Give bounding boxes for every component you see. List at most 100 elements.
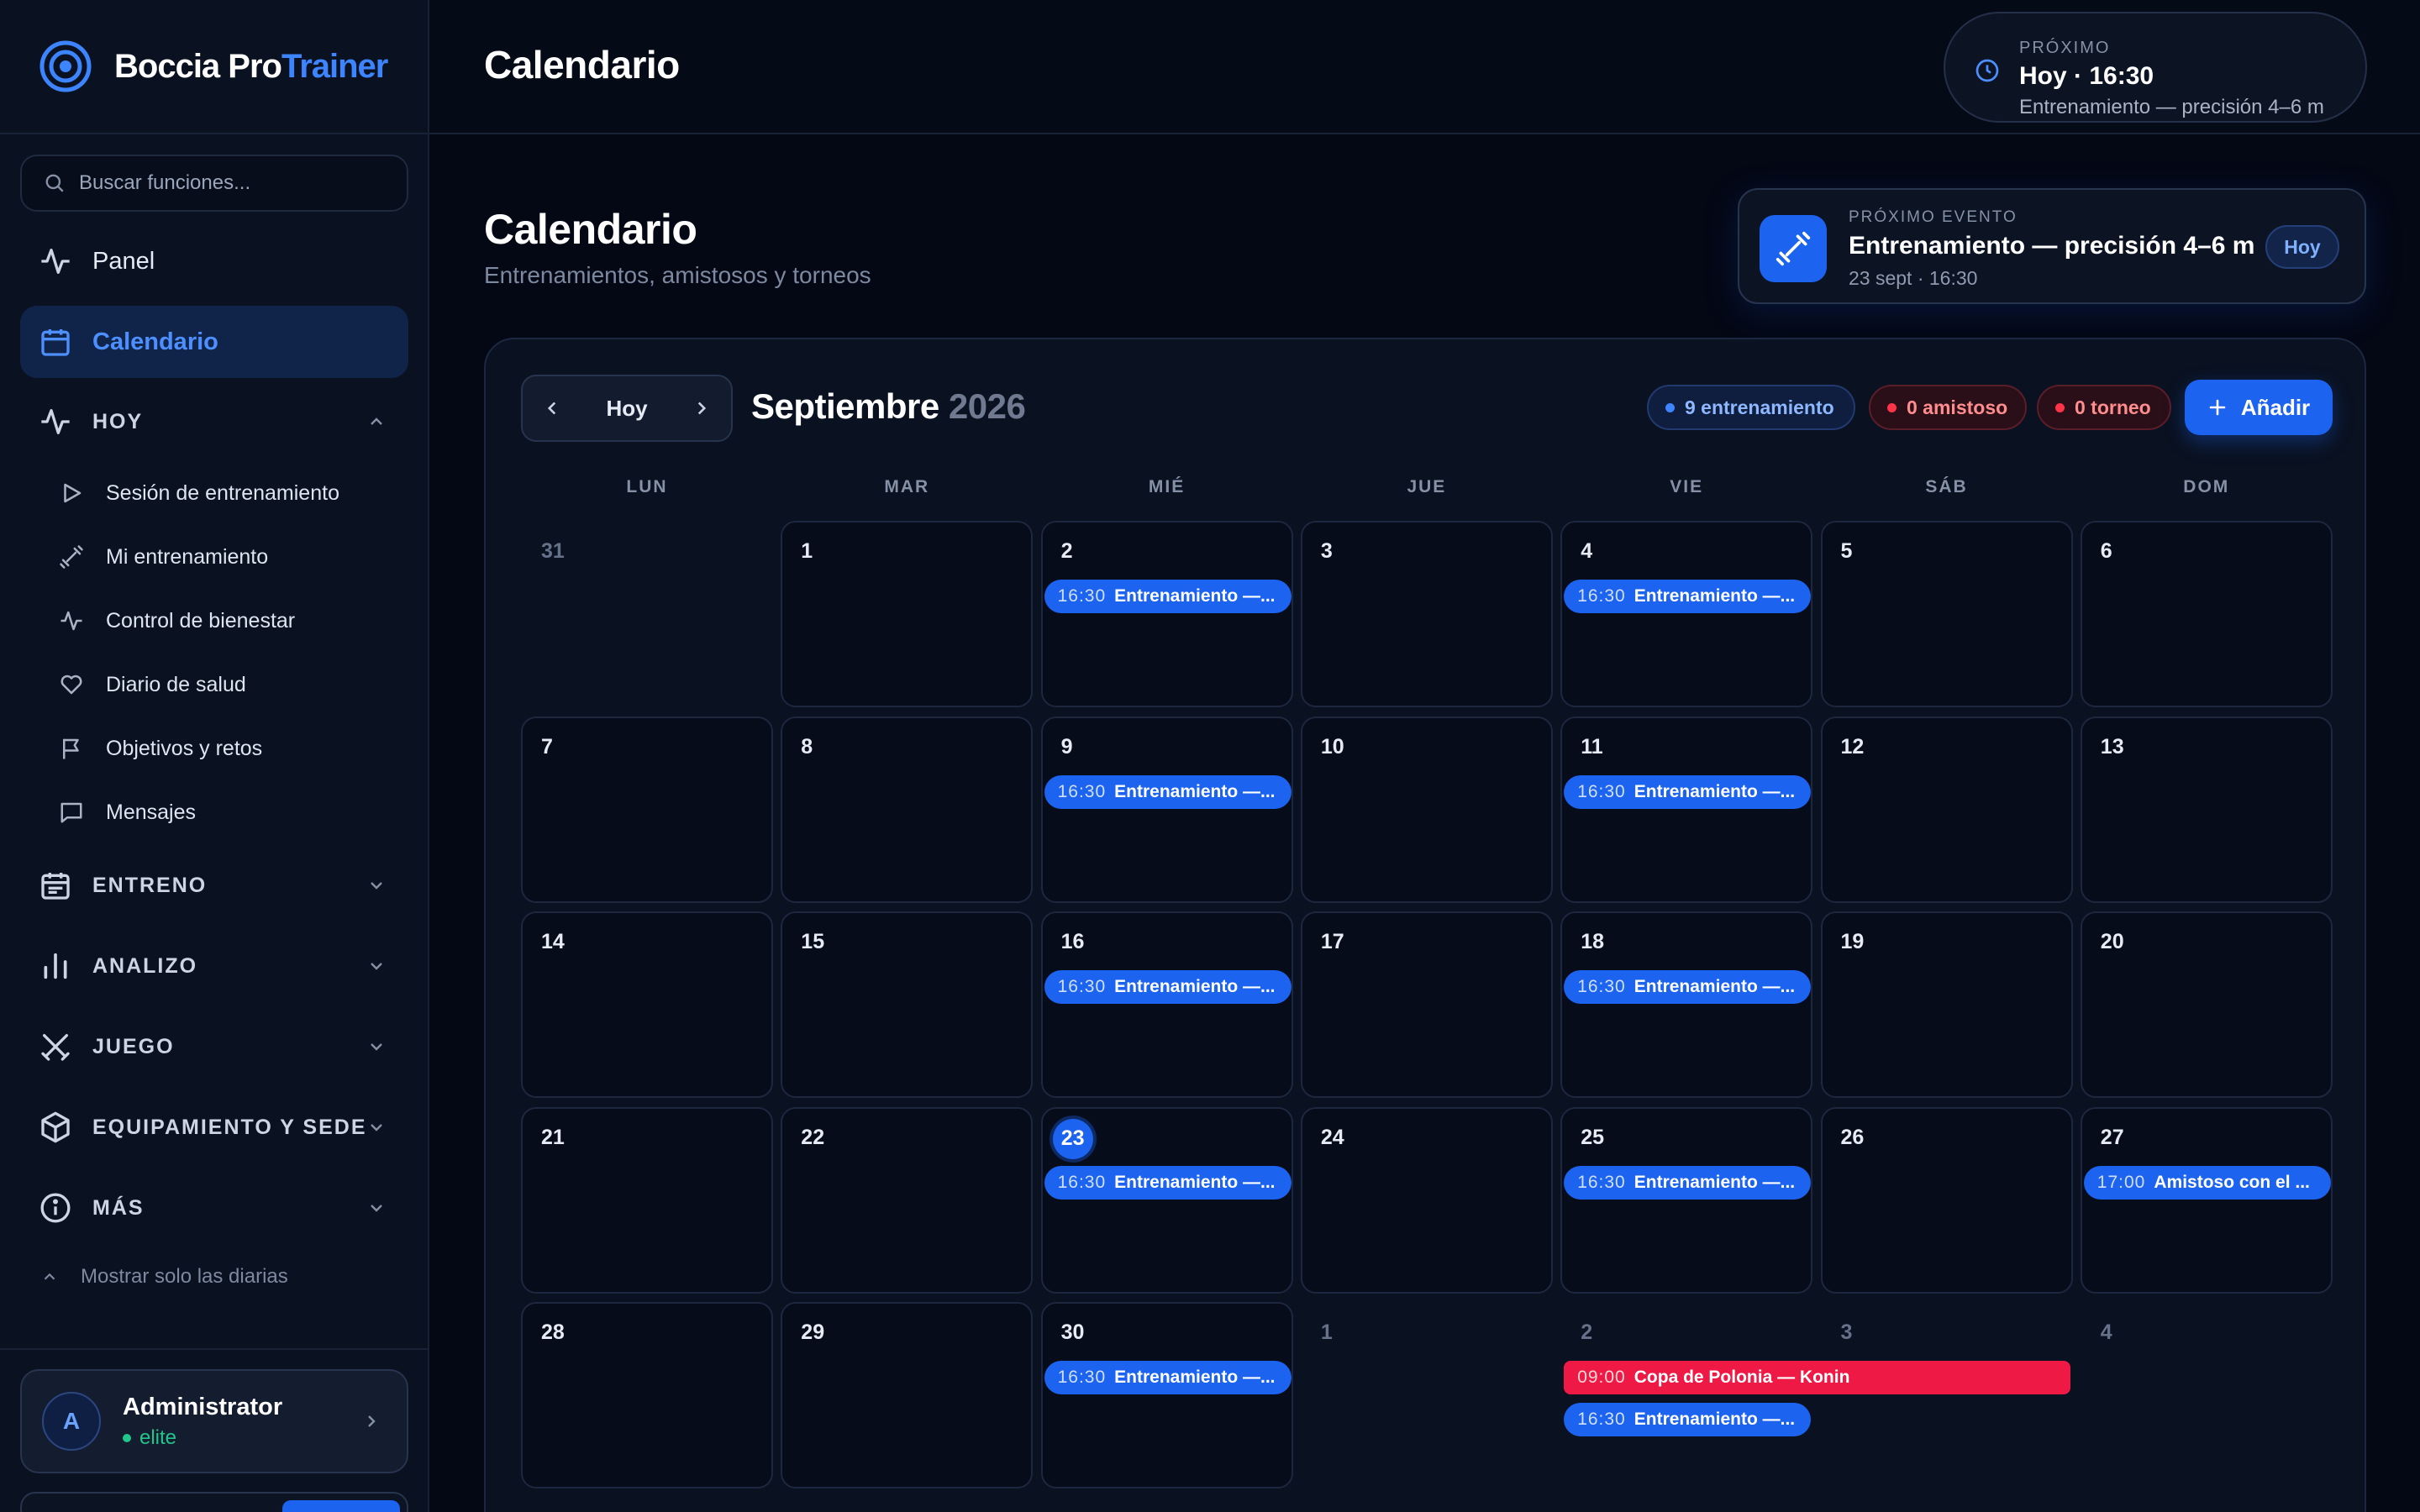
day-cell[interactable]: 21 [521,1106,773,1294]
section-mas[interactable]: MÁS [20,1174,408,1242]
sub-item-label: Diario de salud [106,672,246,696]
calendar-grid: 31 1 2 16:30 Entrenamiento —... 3 4 16:30 Entren… [521,521,2333,1509]
event-time: 16:30 [1577,1410,1626,1429]
event-title: Entrenamiento —... [1634,977,1796,996]
sub-item-my-training[interactable]: Mi entrenamiento [59,532,268,582]
day-cell-today[interactable]: 23 16:30 Entrenamiento —... [1040,1106,1293,1294]
training-event[interactable]: 16:30 Entrenamiento —... [1564,1403,1812,1436]
chevron-left-icon [547,402,556,415]
day-number: 26 [1840,1125,1865,1149]
day-cell[interactable]: 25 16:30 Entrenamiento —... [1560,1106,1813,1294]
next-event-pill[interactable]: PRÓXIMO Hoy · 16:30 Entrenamiento — prec… [1944,12,2367,123]
day-number: 22 [801,1125,825,1149]
event-title: Entrenamiento —... [1634,1172,1796,1192]
add-event-button[interactable]: Añadir [2185,380,2333,435]
day-cell[interactable]: 8 [781,716,1034,903]
day-cell[interactable]: 2 09:00 Copa de Polonia — Konin 16:30 Entren… [1560,1302,2071,1488]
sub-item-goals[interactable]: Objetivos y retos [59,723,262,774]
page-title: Calendario [484,206,697,253]
event-time: 16:30 [1057,1172,1107,1192]
day-cell[interactable]: 27 17:00 Amistoso con el ... [2080,1106,2333,1294]
day-number: 29 [801,1320,825,1344]
next-event-card[interactable]: PRÓXIMO EVENTO Entrenamiento — precisión… [1738,188,2366,304]
day-cell[interactable]: 24 [1300,1106,1553,1294]
day-cell[interactable]: 5 [1820,521,2073,707]
day-cell[interactable]: 3 [1300,521,1553,707]
footer-button[interactable] [282,1500,400,1512]
day-cell[interactable]: 31 [521,521,773,707]
nav-calendar[interactable]: Calendario [20,306,408,378]
day-cell[interactable]: 2 16:30 Entrenamiento —... [1040,521,1293,707]
day-number: 7 [541,734,553,759]
day-cell[interactable]: 29 [781,1302,1034,1488]
training-event[interactable]: 16:30 Entrenamiento —... [1044,774,1292,809]
day-cell[interactable]: 30 16:30 Entrenamiento —... [1040,1302,1293,1488]
activity-icon [60,611,82,631]
day-cell[interactable]: 1 [1301,1302,1553,1488]
training-event[interactable]: 16:30 Entrenamiento —... [1044,1165,1292,1200]
day-cell[interactable]: 10 [1300,716,1553,903]
day-cell[interactable]: 16 16:30 Entrenamiento —... [1040,911,1293,1098]
prev-month-button[interactable] [523,376,581,440]
brand[interactable]: Boccia ProTrainer [0,0,428,134]
day-cell[interactable]: 20 [2080,911,2333,1098]
day-cell[interactable]: 26 [1820,1106,2073,1294]
training-event[interactable]: 16:30 Entrenamiento —... [1564,580,1812,613]
calendar-icon [41,329,70,356]
sub-item-messages[interactable]: Mensajes [59,787,196,837]
day-number: 28 [541,1320,565,1344]
day-cell[interactable]: 14 [521,911,773,1098]
day-cell[interactable]: 17 [1300,911,1553,1098]
section-equipamiento[interactable]: EQUIPAMIENTO Y SEDE [20,1094,408,1161]
search-box[interactable] [20,155,408,212]
event-time: 17:00 [2096,1172,2146,1192]
day-number: 31 [541,539,565,563]
filter-chip-friendly[interactable]: 0 amistoso [1869,385,2027,430]
show-daily-toggle[interactable]: Mostrar solo las diarias [40,1265,288,1289]
nav-panel[interactable]: Panel [20,225,408,297]
chevron-down-icon [371,1124,382,1131]
user-name: Administrator [123,1393,283,1420]
day-number: 24 [1320,1125,1344,1149]
section-juego[interactable]: JUEGO [20,1013,408,1080]
user-card[interactable]: A Administrator elite [20,1369,408,1473]
day-cell[interactable]: 18 16:30 Entrenamiento —... [1560,911,1813,1098]
filter-chip-training[interactable]: 9 entrenamiento [1647,385,1855,430]
day-cell[interactable]: 19 [1820,911,2073,1098]
section-hoy-label: HOY [92,409,144,433]
training-event[interactable]: 16:30 Entrenamiento —... [1564,1165,1812,1200]
day-cell[interactable]: 12 [1820,716,2073,903]
next-month-button[interactable] [672,376,731,440]
day-cell[interactable]: 1 [781,521,1034,707]
day-cell[interactable]: 6 [2080,521,2333,707]
training-event[interactable]: 16:30 Entrenamiento —... [1044,1361,1292,1394]
training-event[interactable]: 16:30 Entrenamiento —... [1044,970,1292,1004]
section-entreno[interactable]: ENTRENO [20,852,408,919]
sub-item-wellness[interactable]: Control de bienestar [59,596,295,646]
section-hoy[interactable]: HOY [20,388,408,455]
today-button[interactable]: Hoy [581,376,672,440]
day-cell[interactable]: 9 16:30 Entrenamiento —... [1040,716,1293,903]
training-event[interactable]: 16:30 Entrenamiento —... [1564,774,1812,809]
day-cell[interactable]: 22 [781,1106,1034,1294]
day-cell[interactable]: 3 [1821,1302,2073,1488]
day-cell[interactable]: 11 16:30 Entrenamiento —... [1560,716,1813,903]
status-dot [123,1433,131,1442]
training-event[interactable]: 16:30 Entrenamiento —... [1044,580,1292,613]
day-number: 27 [2100,1125,2124,1149]
search-input[interactable] [79,171,398,195]
sub-item-health-diary[interactable]: Diario de salud [59,659,246,710]
training-event[interactable]: 16:30 Entrenamiento —... [1564,970,1812,1004]
day-cell[interactable]: 28 [521,1302,773,1488]
section-analizo[interactable]: ANALIZO [20,932,408,1000]
sub-item-training-session[interactable]: Sesión de entrenamiento [59,468,339,518]
day-cell[interactable]: 15 [781,911,1034,1098]
day-cell[interactable]: 13 [2080,716,2333,903]
filter-chip-tournament[interactable]: 0 torneo [2037,385,2171,430]
training-event[interactable]: 17:00 Amistoso con el ... [2083,1165,2331,1200]
topbar: Calendario PRÓXIMO Hoy · 16:30 Entrenami… [429,0,2420,134]
day-cell[interactable]: 4 16:30 Entrenamiento —... [1560,521,1813,707]
day-cell[interactable]: 4 [2081,1302,2333,1488]
day-cell[interactable]: 7 [521,716,773,903]
event-time: 16:30 [1577,586,1626,606]
